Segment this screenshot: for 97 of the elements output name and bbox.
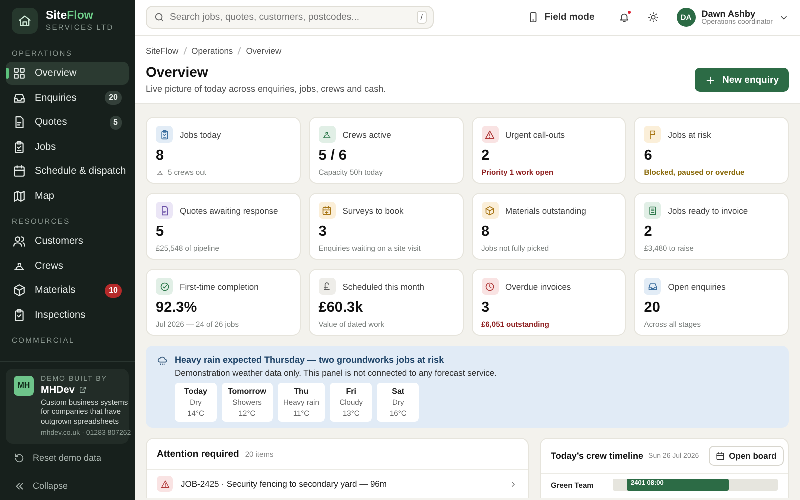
- count-badge: 10: [105, 284, 122, 298]
- count-badge: 20: [105, 91, 122, 105]
- stat-value: 6: [644, 148, 654, 164]
- clipboard-icon: [13, 140, 26, 154]
- day-name: Fri: [345, 387, 358, 396]
- stat-label: Jobs at risk: [668, 130, 712, 140]
- nav-item[interactable]: Crews: [6, 254, 129, 278]
- nav-item[interactable]: Schedule & dispatch: [6, 160, 129, 183]
- panel-title: Attention required: [157, 448, 240, 460]
- calendar-icon: [716, 452, 726, 460]
- weather-title: Heavy rain expected Thursday — two groundworks jobs at risk: [175, 355, 446, 365]
- brand-name: SiteFlow: [46, 10, 94, 22]
- stat-value: 3: [482, 300, 491, 316]
- panel-title: Today’s crew timeline: [551, 451, 644, 461]
- stat-value: £60.3k: [318, 300, 364, 316]
- company-link[interactable]: MHDev: [41, 384, 75, 396]
- document-icon: [160, 206, 170, 216]
- user-name: Dawn Ashby: [702, 9, 756, 19]
- bell-icon: [618, 12, 630, 23]
- page-subtitle: Live picture of today across enquiries, jobs, crews and cash.: [146, 84, 388, 94]
- new-enquiry-button[interactable]: New enquiry: [694, 68, 789, 92]
- rain-cloud-icon: [157, 355, 168, 366]
- stat-value: 8: [156, 148, 166, 164]
- check-circle-icon: [160, 282, 170, 292]
- day-name: Today: [184, 387, 208, 396]
- nav-item[interactable]: Enquiries 20: [6, 86, 129, 110]
- stat-label: Urgent call-outs: [506, 130, 566, 140]
- grid-icon: [13, 67, 26, 80]
- footer-link[interactable]: Reset demo data: [0, 444, 135, 472]
- nav-item[interactable]: Overview: [6, 62, 129, 85]
- nav-item[interactable]: Quotes 5: [6, 111, 129, 134]
- calendar-icon: [13, 165, 26, 178]
- warning-glyph-icon: [160, 480, 170, 488]
- stat-value: 20: [644, 300, 662, 316]
- footer-link[interactable]: Collapse: [0, 472, 135, 500]
- stat-value: 92.3%: [156, 300, 198, 316]
- notifications-button[interactable]: [618, 12, 630, 23]
- open-board-button[interactable]: Open board: [709, 446, 784, 466]
- clipboard-icon: [160, 130, 170, 140]
- inbox-icon: [13, 92, 26, 104]
- stat-value: 2: [482, 148, 491, 164]
- nav-item[interactable]: Jobs: [6, 136, 129, 158]
- double-chevron-icon: [14, 480, 25, 492]
- breadcrumb-link[interactable]: Operations: [192, 46, 234, 56]
- stat-value: 3: [318, 224, 328, 240]
- stat-value: 5: [156, 224, 166, 240]
- weather-note: Demonstration weather data only. This panel is not connected to any forecast service.: [175, 368, 497, 378]
- stat-value: 8: [482, 224, 491, 240]
- day-name: Sat: [391, 387, 406, 396]
- nav-item[interactable]: Customers: [6, 230, 129, 253]
- calendar-icon: [322, 206, 332, 216]
- nav-item[interactable]: Map: [6, 184, 129, 208]
- breadcrumb-link[interactable]: Overview: [246, 46, 282, 56]
- day-name: Thu: [293, 387, 310, 396]
- receipt-icon: [648, 206, 658, 216]
- plus-icon: [704, 74, 716, 86]
- document-icon: [13, 116, 26, 129]
- inbox-icon: [648, 282, 658, 292]
- initials-avatar: MH: [14, 376, 34, 396]
- box-icon: [485, 206, 495, 216]
- clipboard-check-icon: [13, 308, 26, 322]
- hard-hat-icon: [156, 168, 164, 176]
- count-badge: 5: [110, 116, 122, 130]
- breadcrumb-link[interactable]: SiteFlow: [146, 46, 179, 56]
- nav-item[interactable]: Materials 10: [6, 279, 129, 302]
- map-icon: [13, 190, 26, 202]
- warning-icon: [485, 130, 495, 140]
- stat-label: Materials outstanding: [506, 206, 586, 216]
- reset-icon: [14, 452, 25, 464]
- hard-hat-icon: [322, 130, 332, 140]
- stat-label: First-time completion: [180, 282, 259, 292]
- sun-icon[interactable]: [648, 12, 659, 23]
- attention-item[interactable]: JOB-2425 · Security fencing to secondary yard — 96m: [147, 470, 528, 498]
- stat-label: Jobs ready to invoice: [668, 206, 748, 216]
- stat-value: 5 / 6: [318, 148, 348, 164]
- users-icon: [13, 235, 26, 248]
- page-title: Overview: [146, 64, 210, 80]
- phone-icon: [528, 12, 539, 23]
- day-name: Tomorrow: [228, 387, 267, 396]
- stat-label: Crews active: [342, 130, 392, 140]
- stat-label: Surveys to book: [342, 206, 404, 216]
- external-link-icon[interactable]: [78, 386, 87, 394]
- stat-label: Open enquiries: [668, 282, 726, 292]
- stat-label: Overdue invoices: [506, 282, 572, 292]
- chevron-right-icon: [509, 480, 518, 488]
- search-icon: [154, 12, 165, 23]
- house-icon: [18, 14, 32, 28]
- clock-icon: [485, 282, 495, 292]
- box-icon: [13, 284, 26, 297]
- stat-label: Scheduled this month: [342, 282, 424, 292]
- stat-label: Jobs today: [180, 130, 222, 140]
- stat-label: Quotes awaiting response: [180, 206, 278, 216]
- pound-icon: [322, 282, 332, 292]
- flag-icon: [648, 130, 658, 140]
- field-mode-button[interactable]: Field mode: [526, 10, 597, 25]
- stat-value: 2: [644, 224, 654, 240]
- nav-item[interactable]: Inspections: [6, 304, 129, 326]
